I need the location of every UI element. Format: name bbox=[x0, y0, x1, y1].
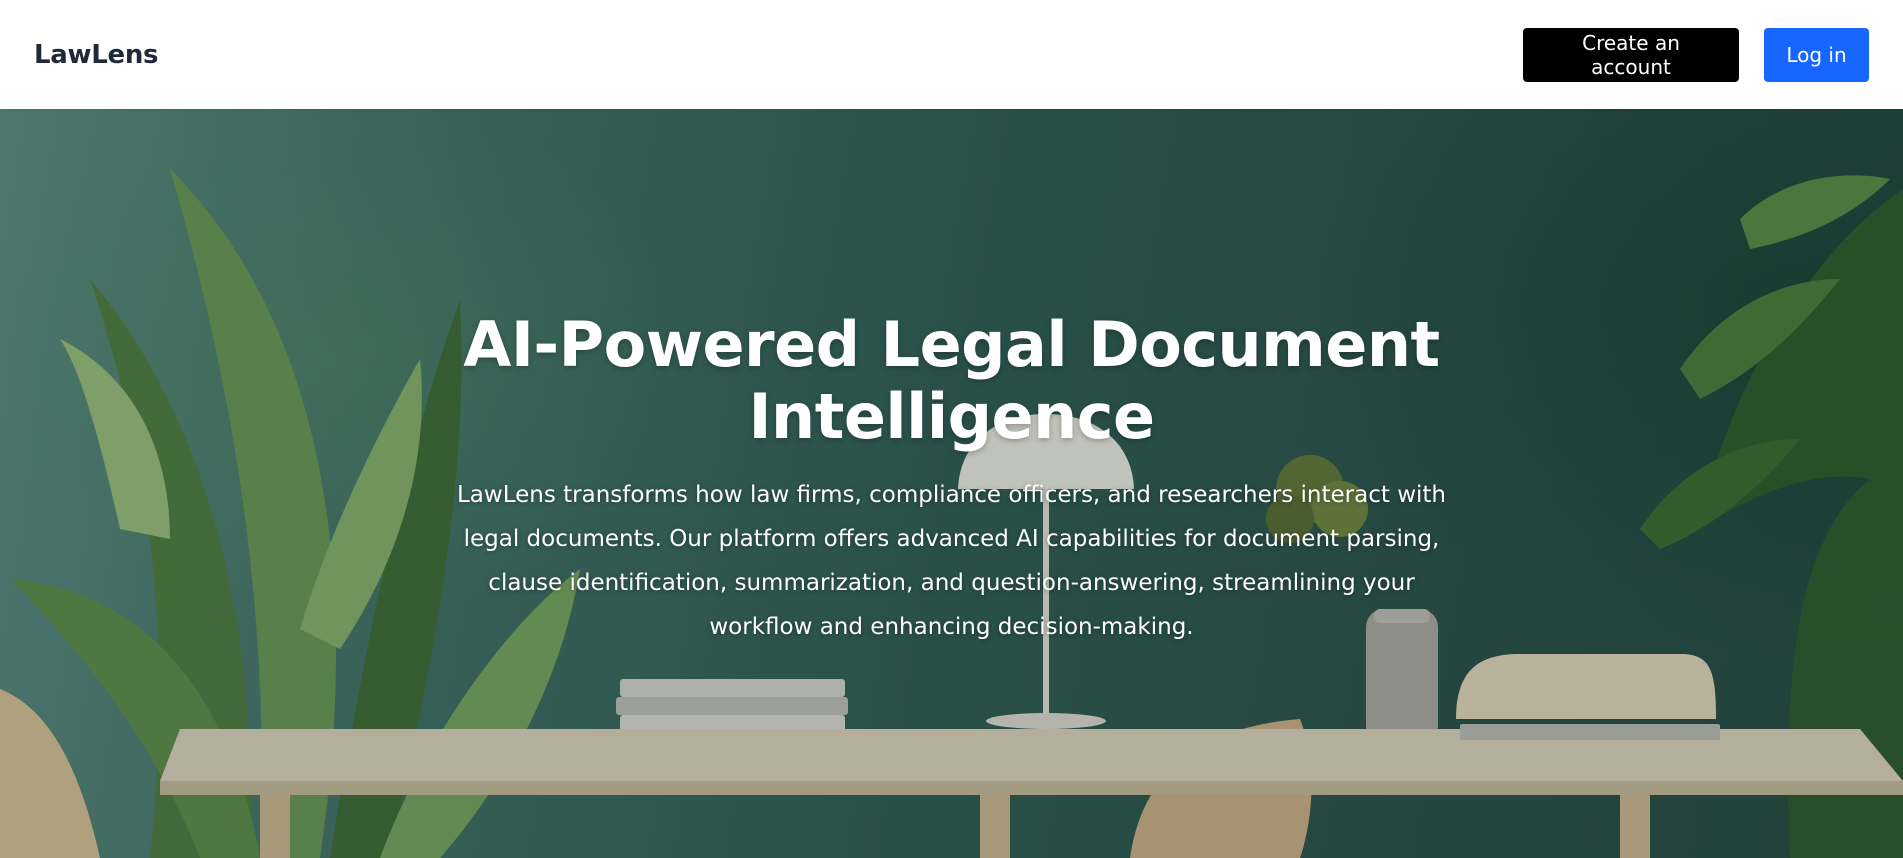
top-navbar: LawLens Create an account Log in bbox=[0, 0, 1903, 109]
login-button[interactable]: Log in bbox=[1764, 27, 1869, 82]
hero-title: AI-Powered Legal Document Intelligence bbox=[463, 308, 1440, 453]
brand-logo[interactable]: LawLens bbox=[34, 40, 159, 70]
hero-description: LawLens transforms how law firms, compli… bbox=[456, 482, 1446, 640]
hero-content: AI-Powered Legal Document Intelligence L… bbox=[0, 109, 1903, 858]
create-account-button[interactable]: Create an account bbox=[1523, 27, 1739, 82]
nav-actions: Create an account Log in bbox=[1523, 27, 1869, 82]
hero-section: AI-Powered Legal Document Intelligence L… bbox=[0, 109, 1903, 858]
